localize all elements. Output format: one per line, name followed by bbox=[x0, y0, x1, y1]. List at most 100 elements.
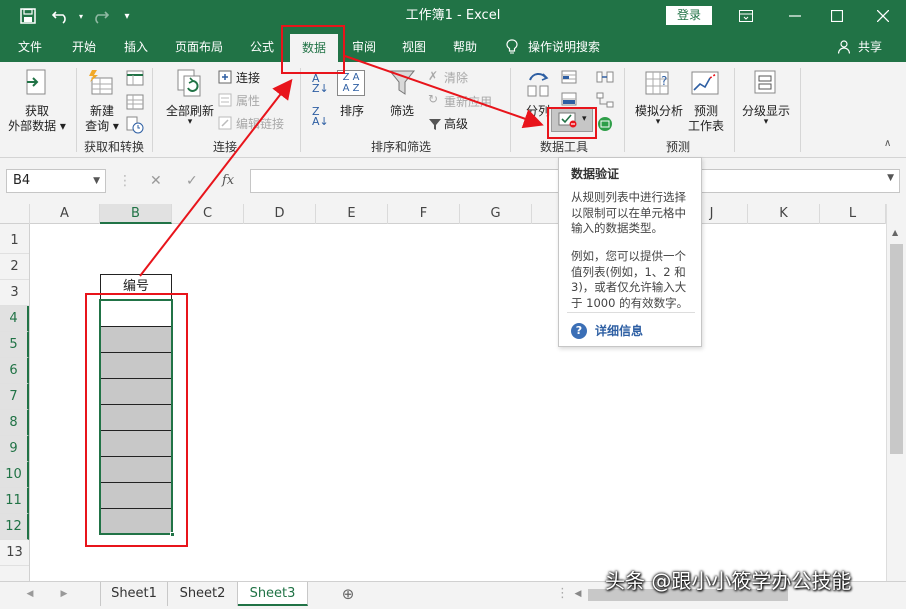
external-data-icon bbox=[26, 69, 46, 95]
fill-handle[interactable] bbox=[170, 532, 175, 537]
row-header-6[interactable]: 6 bbox=[0, 358, 29, 384]
tab-review[interactable]: 审阅 bbox=[342, 32, 386, 62]
row-header-8[interactable]: 8 bbox=[0, 410, 29, 436]
confirm-entry-icon[interactable]: ✓ bbox=[186, 169, 198, 193]
watermark: 头条 @跟小小筱学办公技能 bbox=[605, 569, 852, 593]
relationships-icon[interactable] bbox=[596, 92, 614, 108]
undo-dropdown-icon[interactable]: ▾ bbox=[76, 0, 86, 32]
row-header-12[interactable]: 12 bbox=[0, 514, 29, 540]
sheet-tab-2[interactable]: Sheet2 bbox=[168, 582, 238, 606]
sheet-tab-1[interactable]: Sheet1 bbox=[100, 582, 168, 606]
row-header-11[interactable]: 11 bbox=[0, 488, 29, 514]
scroll-sheets-left-icon[interactable]: ◀ bbox=[22, 582, 38, 606]
from-table-icon[interactable] bbox=[126, 94, 144, 110]
new-sheet-icon[interactable]: ⊕ bbox=[338, 582, 358, 606]
sheet-tab-3[interactable]: Sheet3 bbox=[238, 582, 308, 606]
sort-ascending-icon[interactable]: A Z↓ bbox=[312, 73, 329, 94]
tab-help[interactable]: 帮助 bbox=[442, 32, 488, 62]
select-all-corner[interactable] bbox=[0, 204, 30, 224]
more-icon[interactable]: ⋮ bbox=[118, 169, 132, 193]
group-forecast-label: 预测 bbox=[665, 140, 690, 154]
reapply-label: 重新应用 bbox=[444, 95, 493, 109]
column-headers: A B C D E F G H I J K L bbox=[0, 204, 906, 224]
row-header-4[interactable]: 4 bbox=[0, 306, 29, 332]
svg-text:?: ? bbox=[661, 74, 667, 88]
clear-icon: ✗ bbox=[428, 69, 439, 83]
show-queries-icon[interactable] bbox=[126, 70, 144, 86]
collapse-ribbon-icon[interactable]: ∧ bbox=[884, 138, 891, 149]
flash-fill-icon[interactable] bbox=[561, 70, 577, 84]
row-header-7[interactable]: 7 bbox=[0, 384, 29, 410]
column-header-f[interactable]: F bbox=[388, 204, 460, 224]
worksheet-grid[interactable]: 编号 bbox=[30, 224, 886, 581]
close-icon[interactable] bbox=[868, 0, 898, 32]
data-validation-tooltip: 数据验证 从规则列表中进行选择以限制可以在单元格中输入的数据类型。 例如，您可以… bbox=[558, 157, 702, 347]
customize-quick-access-icon[interactable]: ▾ bbox=[120, 0, 134, 32]
row-header-1[interactable]: 1 bbox=[0, 228, 29, 254]
redo-icon[interactable] bbox=[88, 0, 112, 32]
tab-file[interactable]: 文件 bbox=[6, 32, 54, 62]
column-header-g[interactable]: G bbox=[460, 204, 532, 224]
tooltip-divider bbox=[567, 312, 695, 313]
lightbulb-icon[interactable] bbox=[504, 32, 520, 62]
row-header-10[interactable]: 10 bbox=[0, 462, 29, 488]
remove-duplicates-icon[interactable] bbox=[561, 92, 577, 106]
name-box[interactable]: B4 ▼ bbox=[6, 169, 106, 193]
row-header-9[interactable]: 9 bbox=[0, 436, 29, 462]
new-query-label-2: 查询 ▾ bbox=[85, 119, 119, 133]
filter-label: 筛选 bbox=[389, 104, 414, 118]
tab-home[interactable]: 开始 bbox=[60, 32, 108, 62]
group-get-transform-label: 获取和转换 bbox=[83, 140, 144, 154]
manage-data-model-icon[interactable] bbox=[596, 116, 614, 132]
reapply-icon: ↻ bbox=[428, 92, 439, 106]
tab-view[interactable]: 视图 bbox=[392, 32, 436, 62]
minimize-icon[interactable] bbox=[780, 0, 810, 32]
row-header-2[interactable]: 2 bbox=[0, 254, 29, 280]
column-header-k[interactable]: K bbox=[748, 204, 820, 224]
insert-function-icon[interactable]: fx bbox=[222, 169, 234, 193]
tell-me-search[interactable]: 操作说明搜索 bbox=[528, 32, 610, 62]
scroll-left-icon[interactable]: ◀ bbox=[572, 582, 584, 606]
maximize-icon[interactable] bbox=[822, 0, 852, 32]
column-header-d[interactable]: D bbox=[244, 204, 316, 224]
login-button[interactable]: 登录 bbox=[666, 6, 712, 25]
tab-insert[interactable]: 插入 bbox=[112, 32, 160, 62]
share-button[interactable]: 共享 bbox=[854, 32, 886, 62]
ribbon-tabs: 文件 开始 插入 页面布局 公式 数据 审阅 视图 帮助 操作说明搜索 共享 bbox=[0, 32, 906, 62]
row-header-5[interactable]: 5 bbox=[0, 332, 29, 358]
group-data-tools-label: 数据工具 bbox=[539, 140, 588, 154]
excel-window: ▾ ▾ 工作簿1 - Excel 登录 文件 开始 插入 页面布局 公式 数据 … bbox=[0, 0, 906, 609]
undo-icon[interactable] bbox=[46, 0, 76, 32]
sort-descending-icon[interactable]: Z A↓ bbox=[312, 106, 329, 127]
cancel-entry-icon[interactable]: ✕ bbox=[150, 169, 162, 193]
recent-sources-icon[interactable] bbox=[126, 116, 144, 134]
row-header-13[interactable]: 13 bbox=[0, 540, 29, 566]
tab-page-layout[interactable]: 页面布局 bbox=[166, 32, 232, 62]
name-box-dropdown-icon[interactable]: ▼ bbox=[93, 170, 100, 192]
column-header-c[interactable]: C bbox=[172, 204, 244, 224]
column-header-e[interactable]: E bbox=[316, 204, 388, 224]
scroll-sheets-right-icon[interactable]: ▶ bbox=[56, 582, 72, 606]
ribbon-data: 获取 外部数据 ▾ 新建 查询 ▾ 获取和转换 全部刷新 ▾ 连接 属性 编辑链… bbox=[0, 62, 906, 158]
split-handle-icon[interactable]: ⋮ bbox=[556, 582, 569, 606]
tooltip-more-info-link[interactable]: ? 详细信息 bbox=[571, 322, 643, 339]
new-query-icon bbox=[89, 70, 113, 95]
share-person-icon[interactable] bbox=[836, 32, 852, 62]
column-header-l[interactable]: L bbox=[820, 204, 886, 224]
scroll-up-icon[interactable]: ▲ bbox=[892, 228, 898, 237]
cell-b3[interactable]: 编号 bbox=[100, 274, 172, 300]
tab-formulas[interactable]: 公式 bbox=[238, 32, 286, 62]
scroll-thumb[interactable] bbox=[890, 244, 903, 454]
save-icon[interactable] bbox=[14, 0, 42, 32]
connections-label: 连接 bbox=[236, 71, 261, 85]
vertical-scrollbar[interactable]: ▲ bbox=[886, 204, 906, 581]
expand-formula-bar-icon[interactable]: ▼ bbox=[887, 173, 894, 183]
column-header-a[interactable]: A bbox=[30, 204, 100, 224]
ribbon-display-options-icon[interactable] bbox=[734, 0, 758, 32]
what-if-dropdown-icon: ▾ bbox=[655, 117, 661, 127]
help-question-icon: ? bbox=[571, 322, 587, 339]
consolidate-icon[interactable] bbox=[596, 70, 614, 84]
row-header-3[interactable]: 3 bbox=[0, 280, 29, 306]
tab-data[interactable]: 数据 bbox=[290, 34, 338, 62]
column-header-b[interactable]: B bbox=[100, 204, 172, 224]
